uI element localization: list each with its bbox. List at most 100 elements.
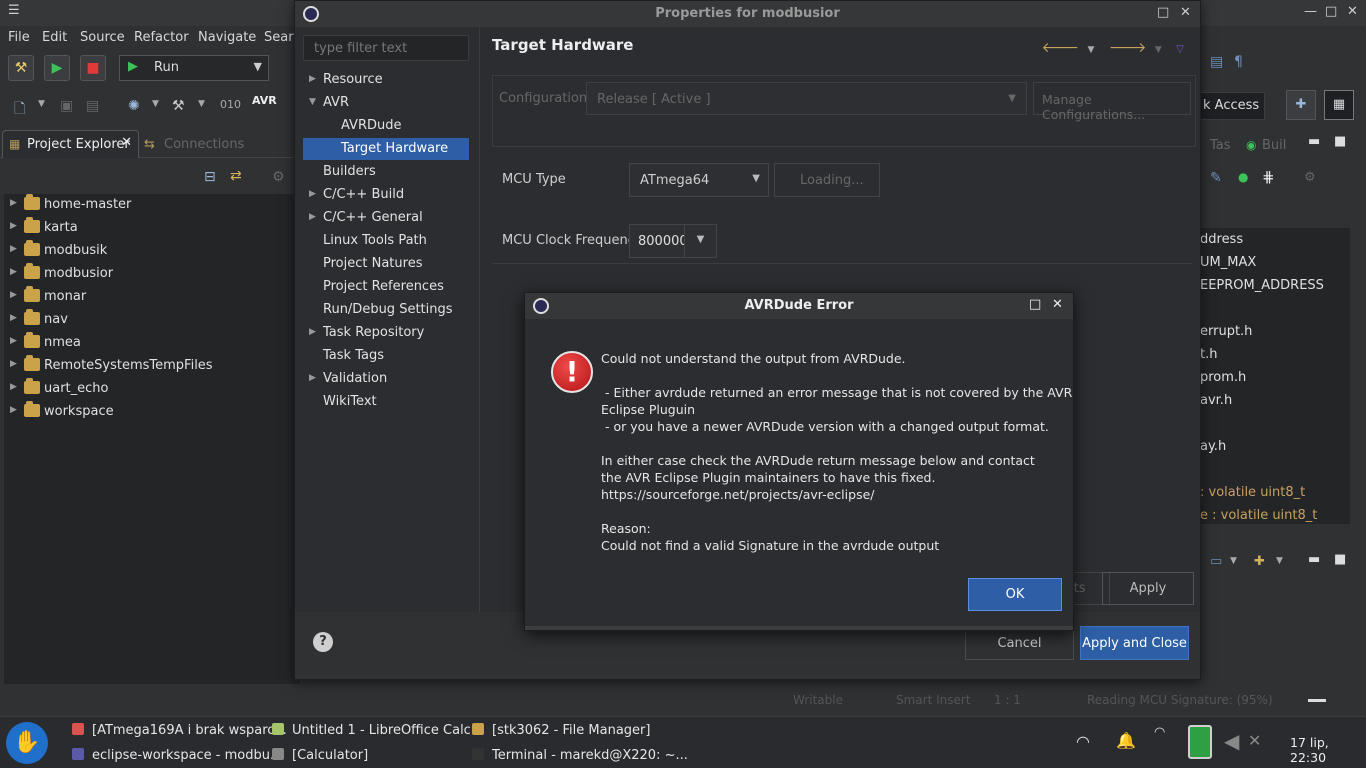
nav-item-resource[interactable]: ▶ Resource xyxy=(303,69,469,91)
public-icon[interactable]: ● xyxy=(1238,170,1248,184)
outline-item[interactable]: avr.h xyxy=(1200,393,1232,408)
expand-arrow-icon[interactable]: ▶ xyxy=(10,198,17,208)
expand-arrow-icon[interactable]: ▶ xyxy=(10,221,17,231)
tree-item[interactable]: ▶ modbusior xyxy=(4,263,300,285)
tree-item[interactable]: ▶ uart_echo xyxy=(4,378,300,400)
expand-arrow-icon[interactable]: ▶ xyxy=(10,382,17,392)
tree-item[interactable]: ▶ karta xyxy=(4,217,300,239)
save-icon[interactable]: ▣ xyxy=(60,98,73,114)
expand-arrow-icon[interactable]: ▶ xyxy=(309,327,316,337)
mcu-type-select[interactable]: ATmega64 ▼ xyxy=(629,163,769,197)
notification-bell-icon[interactable]: 🔔 xyxy=(1116,731,1136,750)
expand-arrow-icon[interactable]: ▶ xyxy=(309,74,316,84)
expand-arrow-icon[interactable]: ▶ xyxy=(10,267,17,277)
back-dropdown-icon[interactable]: ▼ xyxy=(1088,45,1095,55)
expand-arrow-icon[interactable]: ▶ xyxy=(10,405,17,415)
new-console-icon[interactable]: ✚ xyxy=(1254,554,1265,569)
expand-arrow-icon[interactable]: ▶ xyxy=(10,290,17,300)
expand-arrow-icon[interactable]: ▶ xyxy=(10,336,17,346)
view-menu-icon[interactable]: ⚙ xyxy=(1304,170,1316,185)
expand-arrow-icon[interactable]: ▶ xyxy=(10,359,17,369)
tab-project-explorer[interactable]: ▦ Project Explorer ✕ xyxy=(2,130,139,158)
expand-arrow-icon[interactable]: ▶ xyxy=(309,189,316,199)
nav-item-builders[interactable]: Builders xyxy=(303,161,469,183)
binary-icon[interactable]: 010 xyxy=(220,98,241,111)
chevron-down-icon[interactable]: ▼ xyxy=(684,225,716,257)
nav-item-run-debug-settings[interactable]: Run/Debug Settings xyxy=(303,299,469,321)
maximize-view-icon[interactable]: ■ xyxy=(1334,552,1346,567)
apply-and-close-button[interactable]: Apply and Close xyxy=(1080,626,1189,660)
hide-fields-icon[interactable]: ✎ xyxy=(1210,170,1222,186)
stop-icon[interactable]: ■ xyxy=(80,55,106,81)
taskbar-task[interactable]: [Calculator] xyxy=(272,748,368,763)
outline-item[interactable]: e : volatile uint8_t xyxy=(1200,508,1317,523)
forward-dropdown-icon[interactable]: ▼ xyxy=(1155,45,1162,55)
console-dropdown-icon[interactable]: ▼ xyxy=(1230,556,1237,566)
outline-item[interactable]: EEPROM_ADDRESS xyxy=(1200,278,1324,293)
link-editor-icon[interactable]: ⇄ xyxy=(230,168,242,184)
view-menu-icon[interactable]: ⚙ xyxy=(272,169,285,185)
expand-arrow-icon[interactable]: ▶ xyxy=(309,212,316,222)
nav-item-linux-tools-path[interactable]: Linux Tools Path xyxy=(303,230,469,252)
toggle-view-icon[interactable]: ▤ xyxy=(1210,54,1223,70)
maximize-icon[interactable]: □ xyxy=(1157,5,1169,20)
nav-item-project-natures[interactable]: Project Natures xyxy=(303,253,469,275)
back-arrow-icon[interactable]: 🡐 xyxy=(1042,40,1080,56)
collapse-arrow-icon[interactable]: ▼ xyxy=(309,97,316,107)
build-hammer-icon[interactable]: ⚒ xyxy=(8,55,34,81)
window-menu-icon[interactable]: ☰ xyxy=(8,3,20,18)
tree-item[interactable]: ▶ home-master xyxy=(4,194,300,216)
cancel-button[interactable]: Cancel xyxy=(965,626,1074,660)
maximize-icon[interactable]: □ xyxy=(1029,297,1041,312)
avr-upload-icon[interactable]: AVR xyxy=(252,94,277,107)
quick-access-field[interactable]: k Access xyxy=(1200,92,1265,120)
nav-item-c-c-general[interactable]: ▶ C/C++ General xyxy=(303,207,469,229)
nav-item-task-tags[interactable]: Task Tags xyxy=(303,345,469,367)
taskbar-task[interactable]: Terminal - marekd@X220: ~... xyxy=(472,748,688,763)
tree-item[interactable]: ▶ workspace xyxy=(4,401,300,423)
tree-item[interactable]: ▶ nav xyxy=(4,309,300,331)
maximize-icon[interactable]: □ xyxy=(1325,4,1337,19)
wifi-icon[interactable]: ◠ xyxy=(1076,732,1090,751)
nav-item-project-references[interactable]: Project References xyxy=(303,276,469,298)
tree-item[interactable]: ▶ nmea xyxy=(4,332,300,354)
perspective-icon[interactable]: ✚ xyxy=(1286,90,1316,120)
nav-item-target-hardware[interactable]: Target Hardware xyxy=(303,138,469,160)
collapse-all-icon[interactable]: ⊟ xyxy=(204,169,216,185)
taskbar-task[interactable]: [ATmega169A i brak wsparc... xyxy=(72,723,287,738)
nav-item-avr[interactable]: ▼ AVR xyxy=(303,92,469,114)
nav-item-wikitext[interactable]: WikiText xyxy=(303,391,469,413)
expand-arrow-icon[interactable]: ▶ xyxy=(309,373,316,383)
outline-item[interactable]: errupt.h xyxy=(1200,324,1252,339)
outline-item[interactable]: prom.h xyxy=(1200,370,1246,385)
tab-connections[interactable]: ⇆ Connections xyxy=(144,137,244,152)
minimize-view-icon[interactable]: ▬ xyxy=(1308,134,1320,149)
battery-icon[interactable] xyxy=(1188,725,1212,759)
build-dropdown-icon[interactable]: ▼ xyxy=(198,99,205,109)
menu-refactor[interactable]: Refactor xyxy=(134,30,189,45)
menu-source[interactable]: Source xyxy=(80,30,125,45)
clock[interactable]: 17 lip, 22:30 xyxy=(1290,735,1366,765)
outline-item[interactable]: ddress xyxy=(1200,232,1243,247)
close-icon[interactable]: ✕ xyxy=(1052,297,1063,312)
new-icon[interactable]: 🗋 xyxy=(14,98,25,122)
tree-item[interactable]: ▶ monar xyxy=(4,286,300,308)
start-menu-icon[interactable]: ✋ xyxy=(6,722,48,764)
filter-input[interactable]: type filter text xyxy=(303,35,469,61)
expand-arrow-icon[interactable]: ▶ xyxy=(10,313,17,323)
new-console-dropdown-icon[interactable]: ▼ xyxy=(1276,556,1283,566)
save-all-icon[interactable]: ▤ xyxy=(86,98,99,114)
outline-item[interactable]: : volatile uint8_t xyxy=(1200,485,1305,500)
minimize-view-icon[interactable]: ▬ xyxy=(1308,552,1320,567)
outline-item[interactable]: t.h xyxy=(1200,347,1217,362)
forward-arrow-icon[interactable]: 🡒 xyxy=(1109,40,1147,56)
build-icon[interactable]: ⚒ xyxy=(172,98,185,114)
minimize-icon[interactable]: — xyxy=(1304,4,1317,19)
load-from-mcu-button[interactable]: Loading... xyxy=(774,163,880,197)
nav-item-avrdude[interactable]: AVRDude xyxy=(303,115,469,137)
close-icon[interactable]: ✕ xyxy=(121,135,132,150)
view-menu-icon[interactable]: ▽ xyxy=(1176,44,1184,55)
tab-build[interactable]: Buil xyxy=(1262,138,1286,153)
nav-item-validation[interactable]: ▶ Validation xyxy=(303,368,469,390)
volume-muted-icon[interactable]: ◀ xyxy=(1224,729,1239,753)
